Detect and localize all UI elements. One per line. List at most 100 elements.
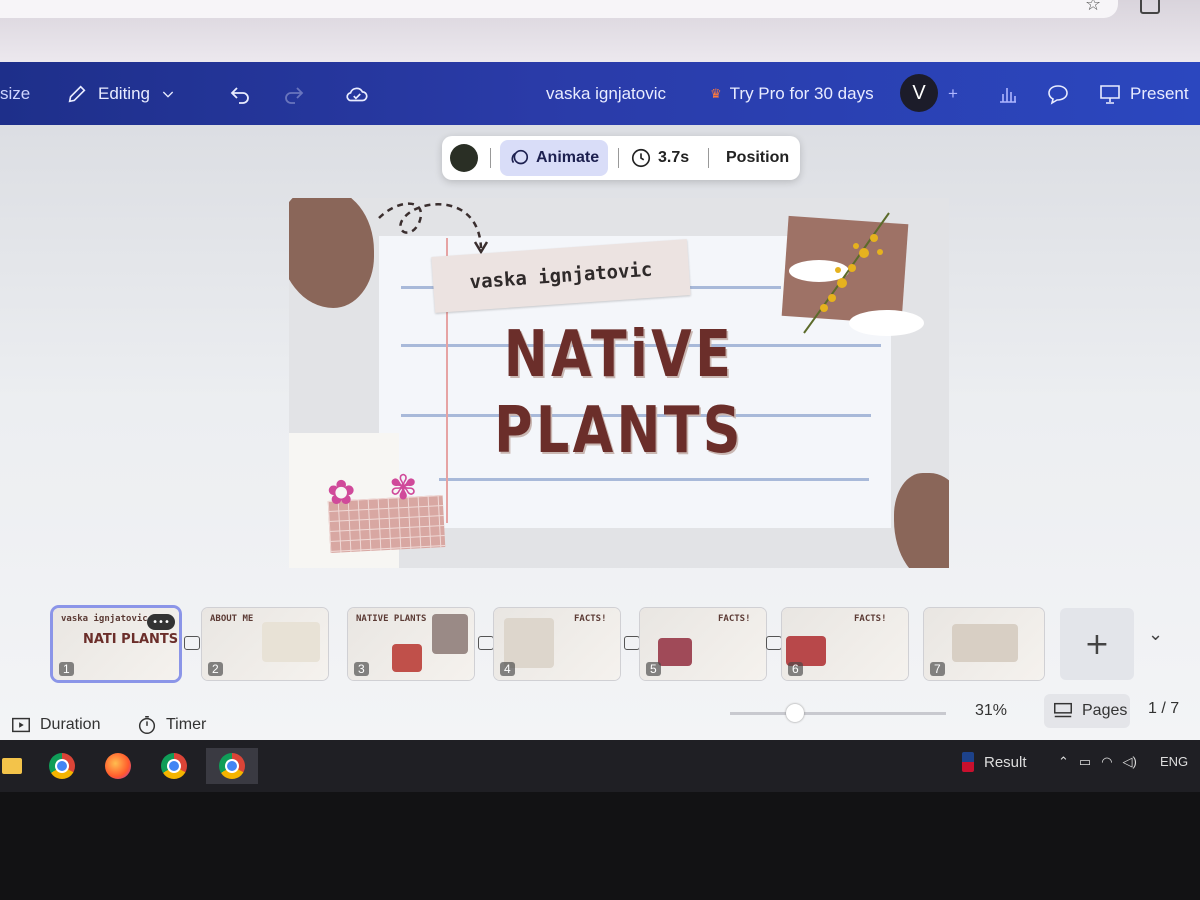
thumbnail-note xyxy=(262,622,320,662)
thumbnail-page-3[interactable]: NATIVE PLANTS 3 xyxy=(348,608,474,680)
toolbar-divider xyxy=(618,148,619,168)
plus-icon: + xyxy=(1084,626,1110,662)
file-explorer-button[interactable] xyxy=(0,748,32,784)
news-widget[interactable]: Result xyxy=(962,752,1027,772)
try-pro-button[interactable]: ♛ Try Pro for 30 days xyxy=(710,62,874,125)
firefox-icon xyxy=(105,753,131,779)
bookmark-star-icon[interactable]: ☆ xyxy=(1085,0,1101,15)
transition-icon[interactable] xyxy=(766,636,782,650)
crown-icon: ♛ xyxy=(710,85,722,101)
name-tag-text: vaska ignjatovic xyxy=(468,258,654,294)
transition-icon[interactable] xyxy=(624,636,640,650)
animate-icon xyxy=(511,149,529,165)
transition-icon[interactable] xyxy=(478,636,494,650)
chrome-icon xyxy=(49,753,75,779)
extension-icon[interactable] xyxy=(1140,0,1160,14)
document-title[interactable]: vaska ignjatovic xyxy=(546,62,666,125)
insights-button[interactable] xyxy=(996,62,1020,125)
system-tray[interactable]: ⌃ ▭ ◠ ◁) xyxy=(1058,754,1137,770)
comments-button[interactable] xyxy=(1046,62,1070,125)
toolbar-divider xyxy=(490,148,491,168)
thumbnail-page-7[interactable]: 7 xyxy=(924,608,1044,680)
thumbnail-page-1[interactable]: vaska ignjatovic NATI PLANTS ••• 1 xyxy=(53,608,179,680)
thumbnail-note xyxy=(504,618,554,668)
thumbnail-number: 6 xyxy=(788,662,803,676)
volume-icon[interactable]: ◁) xyxy=(1123,754,1137,770)
duration-toggle[interactable]: Duration xyxy=(10,714,100,736)
flower-icon[interactable]: ✿ xyxy=(327,473,356,513)
comment-icon xyxy=(1048,84,1068,105)
avatar[interactable]: V xyxy=(900,74,938,112)
brown-paint-shape[interactable] xyxy=(289,198,374,308)
firefox-taskbar-button[interactable] xyxy=(98,748,138,784)
document-title-text: vaska ignjatovic xyxy=(546,83,667,103)
slide-canvas[interactable]: vaska ignjatovic NATiVE PLANTS ✿ ✾ xyxy=(289,198,949,568)
chevron-up-icon[interactable]: ⌃ xyxy=(1058,754,1069,770)
transition-icon[interactable] xyxy=(184,636,200,650)
more-options-button[interactable]: ••• xyxy=(147,614,175,630)
chrome-taskbar-button[interactable] xyxy=(42,748,82,784)
windows-taskbar: Result ⌃ ▭ ◠ ◁) ENG xyxy=(0,740,1200,792)
add-page-button[interactable]: + xyxy=(1060,608,1134,680)
thumbnail-photo xyxy=(658,638,692,666)
color-swatch[interactable] xyxy=(450,144,478,172)
battery-icon[interactable]: ▭ xyxy=(1079,754,1091,770)
thumbnail-title: vaska ignjatovic xyxy=(61,614,148,624)
undo-icon xyxy=(230,86,249,104)
zoom-slider-handle[interactable] xyxy=(786,704,804,722)
cloud-save-status[interactable] xyxy=(344,62,370,125)
editing-label: Editing xyxy=(98,83,150,103)
editing-mode-button[interactable]: Editing xyxy=(66,62,176,125)
zoom-level[interactable]: 31% xyxy=(975,702,1007,720)
thumbnail-page-4[interactable]: FACTS! 4 xyxy=(494,608,620,680)
stopwatch-icon xyxy=(138,716,156,734)
toolbar-divider xyxy=(708,148,709,168)
thumbnail-photo xyxy=(392,644,422,672)
thumbnail-page-6[interactable]: FACTS! 6 xyxy=(782,608,908,680)
dashed-arrow-icon[interactable] xyxy=(369,198,499,258)
nba-logo-icon xyxy=(962,752,974,772)
present-icon xyxy=(1100,84,1120,104)
animate-button[interactable]: Animate xyxy=(500,140,608,176)
thumbnail-page-2[interactable]: ABOUT ME 2 xyxy=(202,608,328,680)
brown-paint-shape[interactable] xyxy=(894,473,949,568)
timer-button[interactable]: Timer xyxy=(136,714,206,736)
chrome-icon xyxy=(219,753,245,779)
address-bar[interactable] xyxy=(0,0,1118,18)
thumbnail-page-5[interactable]: FACTS! 5 xyxy=(640,608,766,680)
wattle-branch-icon[interactable] xyxy=(794,208,904,338)
slide-title-line2[interactable]: PLANTS xyxy=(348,394,889,468)
present-label: Present xyxy=(1130,83,1189,103)
thumbnail-number: 7 xyxy=(930,662,945,676)
language-indicator[interactable]: ENG xyxy=(1160,754,1188,769)
folder-icon xyxy=(2,758,22,774)
editor-footer: Duration Timer 31% Pages 1 / 7 xyxy=(0,694,1200,740)
duration-button[interactable]: 3.7s xyxy=(630,136,689,180)
chrome-active-button[interactable] xyxy=(206,748,258,784)
share-add-button[interactable]: + xyxy=(948,62,958,125)
thumbnail-photo xyxy=(432,614,468,654)
thumbnail-number: 5 xyxy=(646,662,661,676)
undo-button[interactable] xyxy=(228,62,252,125)
element-toolbar: Animate 3.7s Position xyxy=(442,136,800,180)
wifi-icon[interactable]: ◠ xyxy=(1101,754,1112,770)
position-button[interactable]: Position xyxy=(726,136,789,180)
zoom-slider[interactable] xyxy=(730,712,946,715)
chevron-down-icon[interactable]: ⌄ xyxy=(1148,624,1163,645)
paper-line xyxy=(439,478,869,481)
flower-icon[interactable]: ✾ xyxy=(389,468,418,508)
thumbnail-note xyxy=(952,624,1018,662)
pages-button[interactable]: Pages xyxy=(1044,694,1130,728)
present-button[interactable]: Present xyxy=(1098,62,1189,125)
thumbnail-heading: NATI PLANTS xyxy=(83,632,179,647)
thumbnail-number: 2 xyxy=(208,662,223,676)
play-box-icon xyxy=(12,717,30,733)
cloud-check-icon xyxy=(346,87,368,101)
chrome-profile-button[interactable] xyxy=(154,748,194,784)
redo-button[interactable] xyxy=(282,62,306,125)
chevron-down-icon xyxy=(162,91,174,98)
thumbnail-title: ABOUT ME xyxy=(210,614,254,624)
pencil-icon xyxy=(68,84,86,102)
resize-menu[interactable]: size xyxy=(0,62,30,125)
thumbnail-title: FACTS! xyxy=(718,614,751,624)
